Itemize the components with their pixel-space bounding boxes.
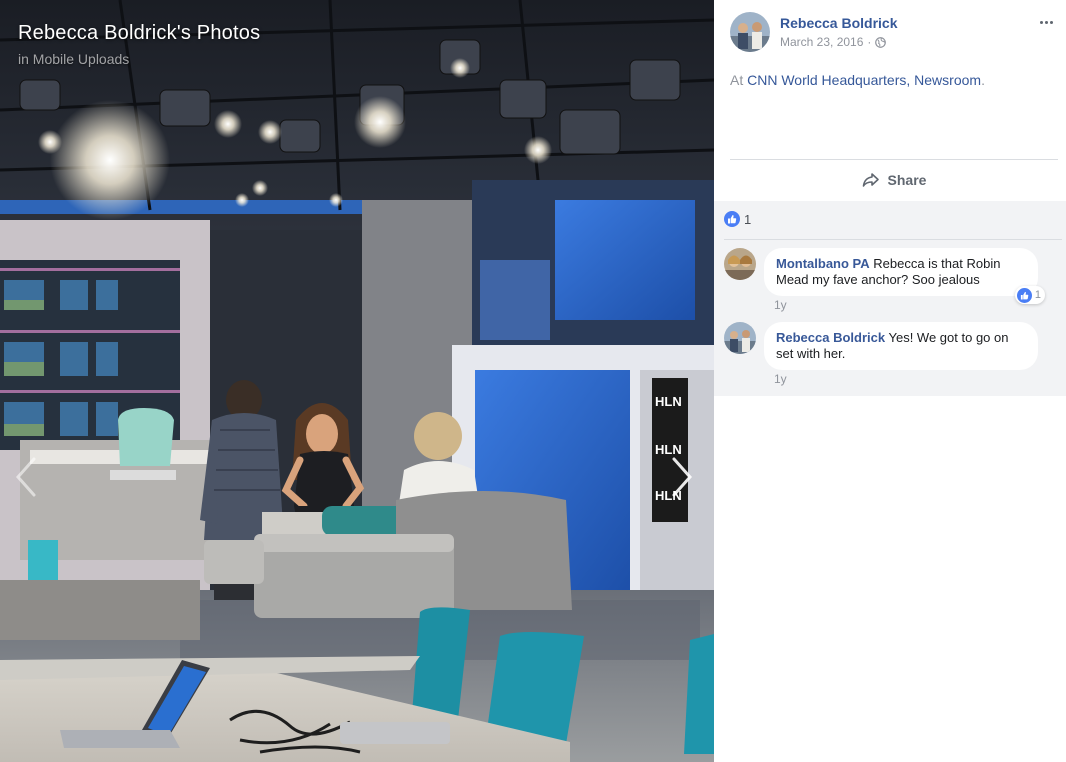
comment-bubble: Rebecca Boldrick Yes! We got to go on se… <box>764 322 1038 370</box>
chevron-left-icon <box>15 457 36 497</box>
action-divider <box>730 159 1058 160</box>
share-icon <box>862 173 879 187</box>
commenter-name[interactable]: Montalbano PA <box>776 256 870 271</box>
share-label: Share <box>887 172 927 188</box>
post-text: At CNN World Headquarters, Newsroom. <box>730 72 985 88</box>
post-text-prefix: At <box>730 72 748 88</box>
hln-logo: HLN <box>655 394 682 409</box>
previous-photo-button[interactable] <box>12 455 42 499</box>
commenter-avatar[interactable] <box>724 322 756 354</box>
post-text-suffix: . <box>981 72 985 88</box>
share-button[interactable]: Share <box>730 161 1058 199</box>
comment-bubble: Montalbano PA Rebecca is that Robin Mead… <box>764 248 1045 304</box>
photo-owner-title[interactable]: Rebecca Boldrick's Photos <box>18 22 260 45</box>
comment-reaction-count: 1 <box>1034 289 1041 301</box>
reaction-count: 1 <box>744 211 752 227</box>
globe-icon[interactable] <box>875 36 887 48</box>
comments-divider <box>724 239 1062 240</box>
ellipsis-icon[interactable] <box>1036 14 1056 30</box>
photo-sidebar: Rebecca Boldrick March 23, 2016 · At CNN… <box>714 0 1066 762</box>
post-author-name[interactable]: Rebecca Boldrick <box>780 15 898 31</box>
next-photo-button[interactable] <box>666 455 696 499</box>
comments-section: 1 Montalbano PA Rebecca is that Robin Me… <box>714 201 1066 396</box>
commenter-name[interactable]: Rebecca Boldrick <box>776 330 885 345</box>
reactions-summary[interactable]: 1 <box>724 211 751 227</box>
newsroom-photo: HLN HLN HLN <box>0 0 714 762</box>
like-icon <box>1016 287 1032 303</box>
commenter-avatar[interactable] <box>724 248 756 280</box>
place-link[interactable]: CNN World Headquarters, Newsroom <box>747 72 981 88</box>
photo-viewer[interactable]: HLN HLN HLN Rebecca Boldrick's Photos in… <box>0 0 714 762</box>
chevron-right-icon <box>672 457 693 497</box>
comment-reactions[interactable]: 1 <box>1014 286 1045 304</box>
post-meta: March 23, 2016 · <box>780 35 887 49</box>
post-date[interactable]: March 23, 2016 <box>780 35 863 49</box>
album-name[interactable]: in Mobile Uploads <box>18 51 129 67</box>
comment-timestamp[interactable]: 1y <box>774 298 787 312</box>
meta-separator: · <box>867 35 872 49</box>
comment-timestamp[interactable]: 1y <box>774 372 787 386</box>
like-icon <box>724 211 740 227</box>
author-avatar[interactable] <box>730 12 770 52</box>
